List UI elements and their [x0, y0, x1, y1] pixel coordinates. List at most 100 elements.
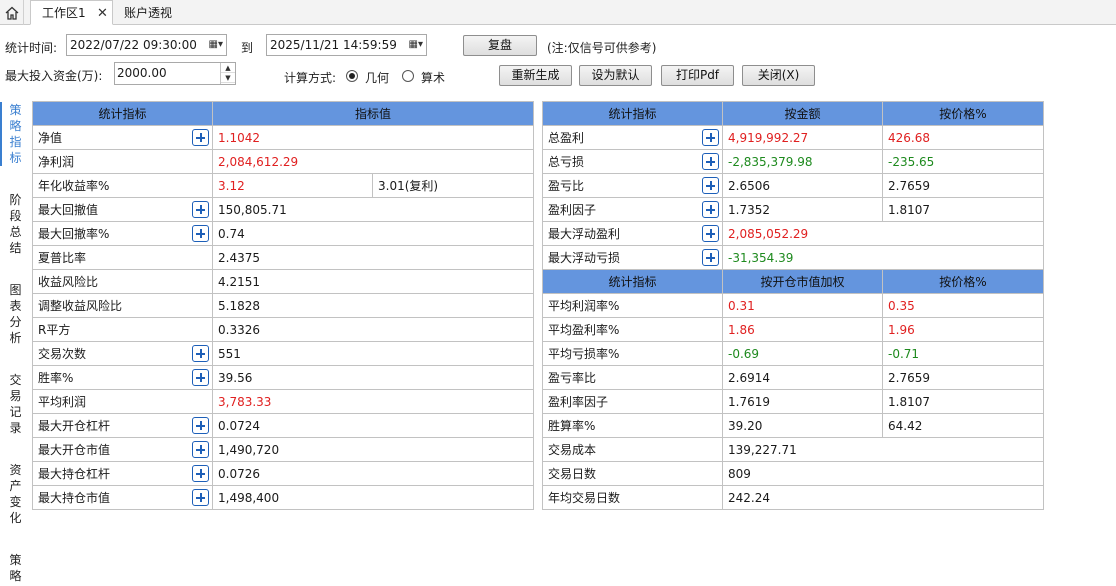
expand-plus-icon[interactable]	[702, 129, 719, 146]
table-row: 调整收益风险比 5.1828	[32, 293, 535, 318]
price-pct-value: 426.68	[882, 125, 1044, 150]
metric-name: 交易次数	[38, 347, 87, 361]
calc-method-label: 计算方式:	[284, 71, 337, 85]
vnav-strategy-metrics[interactable]: 策略指标	[0, 102, 31, 166]
metric-name-cell: 最大开仓市值	[32, 437, 213, 462]
expand-plus-icon[interactable]	[192, 489, 209, 506]
to-label: 到	[241, 41, 254, 55]
weighted-value: 39.20	[722, 413, 883, 438]
weighted-value: -0.69	[722, 341, 883, 366]
table-row: 平均利润 3,783.33	[32, 389, 535, 414]
metric-value: 0.74	[211, 221, 535, 246]
max-capital-input[interactable]: 2000.00 ▲ ▼	[114, 62, 236, 85]
spin-up-icon[interactable]: ▲	[221, 63, 235, 73]
vnav-stage-summary[interactable]: 阶段总结	[0, 192, 31, 256]
expand-plus-icon[interactable]	[702, 177, 719, 194]
workspace-tab-bar: 工作区1 ✕ 账户透视	[0, 0, 1116, 25]
tab-account-view[interactable]: 账户透视	[124, 0, 172, 25]
table-row: 年化收益率% 3.12 3.01(复利)	[32, 173, 535, 198]
metric-name: 总盈利	[548, 131, 585, 145]
metric-value: 2.4375	[211, 245, 535, 270]
price-pct-value: 0.35	[882, 293, 1044, 318]
metric-name: 最大持仓杠杆	[38, 467, 111, 481]
metric-value: 0.0724	[211, 413, 535, 438]
table-row: 净值 1.1042	[32, 125, 535, 150]
table-row: 净利润 2,084,612.29	[32, 149, 535, 174]
metric-name: 总亏损	[548, 155, 585, 169]
replay-button[interactable]: 复盘	[463, 35, 537, 56]
capital-spinner[interactable]: ▲ ▼	[220, 63, 235, 84]
metric-name: 夏普比率	[38, 251, 87, 265]
vnav-label: 阶段总结	[9, 193, 22, 255]
amount-value: 2,085,052.29	[722, 221, 1044, 246]
column-header: 按价格%	[882, 269, 1044, 294]
expand-plus-icon[interactable]	[192, 417, 209, 434]
set-default-button[interactable]: 设为默认	[579, 65, 652, 86]
table-row: 总亏损 -2,835,379.98 -235.65	[542, 149, 1044, 174]
home-icon[interactable]	[0, 0, 24, 25]
time-range-label: 统计时间:	[5, 41, 58, 55]
print-pdf-button[interactable]: 打印Pdf	[661, 65, 734, 86]
expand-plus-icon[interactable]	[192, 369, 209, 386]
metric-value: 1,498,400	[211, 485, 535, 510]
vertical-nav: 策略指标 阶段总结 图表分析 交易记录 资产变化 策略	[0, 96, 31, 586]
metric-name: R平方	[38, 323, 71, 337]
metric-name-cell: 最大开仓杠杆	[32, 413, 213, 438]
regenerate-button[interactable]: 重新生成	[499, 65, 572, 86]
metric-name: 最大持仓市值	[38, 491, 111, 505]
metric-name-cell: 交易次数	[32, 341, 213, 366]
vnav-chart-analysis[interactable]: 图表分析	[0, 282, 31, 346]
metric-name: 最大回撤率%	[38, 227, 110, 241]
column-header: 统计指标	[542, 101, 723, 126]
table-row: 胜率% 39.56	[32, 365, 535, 390]
price-pct-value: 2.7659	[882, 365, 1044, 390]
vnav-asset-change[interactable]: 资产变化	[0, 462, 31, 526]
metric-name: 净值	[38, 131, 63, 145]
weighted-value: 0.31	[722, 293, 883, 318]
metric-name-cell: 最大持仓市值	[32, 485, 213, 510]
expand-plus-icon[interactable]	[702, 153, 719, 170]
expand-plus-icon[interactable]	[702, 225, 719, 242]
metric-value: 4.2151	[211, 269, 535, 294]
table-row: 收益风险比 4.2151	[32, 269, 535, 294]
metric-name: 年化收益率%	[38, 179, 110, 193]
expand-plus-icon[interactable]	[192, 201, 209, 218]
table-row: 最大浮动亏损 -31,354.39	[542, 245, 1044, 270]
metric-name-cell: 最大浮动亏损	[542, 245, 723, 270]
close-icon[interactable]: ✕	[97, 6, 108, 21]
vnav-trade-records[interactable]: 交易记录	[0, 372, 31, 436]
calendar-dropdown-icon[interactable]: ▦▾	[409, 35, 423, 55]
end-time-input[interactable]: 2025/11/21 14:59:59 ▦▾	[266, 34, 427, 56]
expand-plus-icon[interactable]	[192, 465, 209, 482]
close-button[interactable]: 关闭(X)	[742, 65, 815, 86]
expand-plus-icon[interactable]	[192, 225, 209, 242]
metric-name-cell: 盈亏比	[542, 173, 723, 198]
expand-plus-icon[interactable]	[192, 345, 209, 362]
spin-down-icon[interactable]: ▼	[221, 73, 235, 83]
metric-value-compound: 3.01(复利)	[371, 173, 535, 198]
expand-plus-icon[interactable]	[702, 201, 719, 218]
expand-plus-icon[interactable]	[192, 441, 209, 458]
arithmetic-radio[interactable]	[402, 70, 414, 82]
tab-workspace-1[interactable]: 工作区1 ✕	[30, 0, 113, 25]
column-header: 按开仓市值加权	[722, 269, 883, 294]
metric-name-cell: 总亏损	[542, 149, 723, 174]
start-time-input[interactable]: 2022/07/22 09:30:00 ▦▾	[66, 34, 227, 56]
amount-value: -31,354.39	[722, 245, 1044, 270]
weighted-value: 1.7619	[722, 389, 883, 414]
vnav-label: 资产变化	[9, 463, 22, 525]
geometric-radio[interactable]	[346, 70, 358, 82]
expand-plus-icon[interactable]	[702, 249, 719, 266]
table-row: 胜算率% 39.20 64.42	[542, 413, 1044, 438]
metric-name-cell: 最大回撤率%	[32, 221, 213, 246]
amount-value: -2,835,379.98	[722, 149, 883, 174]
vnav-strategy[interactable]: 策略	[0, 552, 31, 584]
table-row: 年均交易日数 242.24	[542, 485, 1044, 510]
price-pct-value: 2.7659	[882, 173, 1044, 198]
expand-plus-icon[interactable]	[192, 129, 209, 146]
column-header: 统计指标	[542, 269, 723, 294]
end-time-value: 2025/11/21 14:59:59	[270, 38, 397, 52]
max-capital-value: 2000.00	[117, 66, 167, 80]
calendar-dropdown-icon[interactable]: ▦▾	[209, 35, 223, 55]
table-row: 盈利率因子 1.7619 1.8107	[542, 389, 1044, 414]
